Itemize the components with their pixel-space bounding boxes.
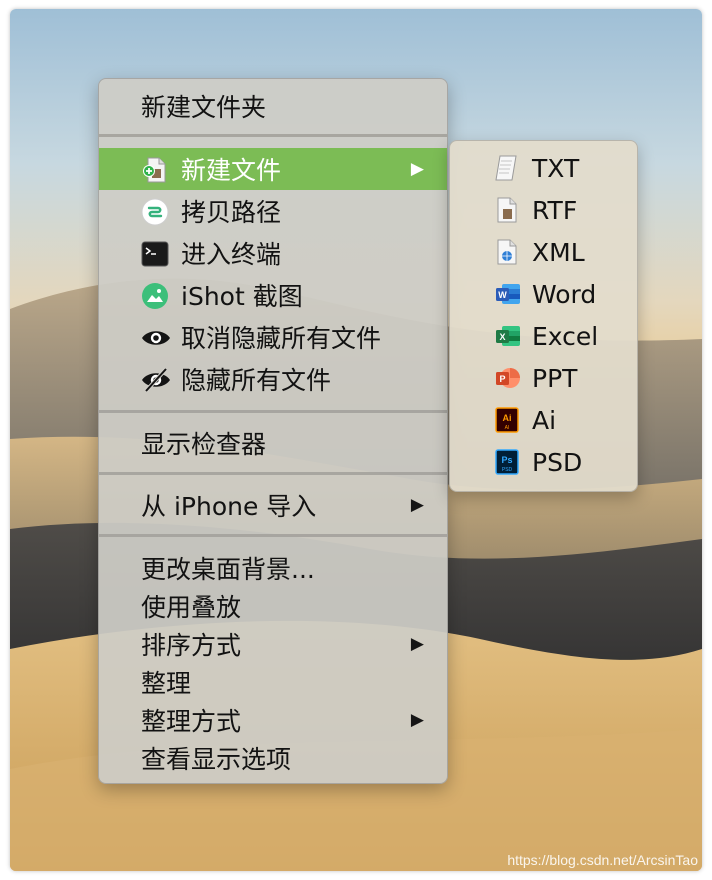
- svg-text:W: W: [498, 290, 507, 300]
- menu-item-unhide-all[interactable]: 取消隐藏所有文件: [99, 316, 447, 358]
- eye-icon: [141, 324, 170, 352]
- menu-item-clean-up-by[interactable]: 整理方式 ▶: [99, 699, 447, 741]
- menu-item-label: 显示检查器: [141, 430, 267, 459]
- menu-separator: [99, 134, 447, 137]
- menu-item-new-file[interactable]: 新建文件 ▶: [99, 148, 447, 190]
- word-icon: W: [494, 280, 520, 308]
- submenu-item-label: RTF: [532, 195, 578, 225]
- submenu-arrow-icon: ▶: [410, 159, 424, 179]
- menu-item-use-stacks[interactable]: 使用叠放: [99, 585, 447, 627]
- menu-item-label: 更改桌面背景...: [141, 555, 315, 584]
- ishot-icon: [141, 282, 169, 310]
- submenu-item-excel[interactable]: X Excel: [450, 315, 637, 357]
- menu-item-label: 新建文件: [181, 156, 282, 185]
- submenu-item-word[interactable]: W Word: [450, 273, 637, 315]
- menu-item-change-background[interactable]: 更改桌面背景...: [99, 547, 447, 589]
- submenu-arrow-icon: ▶: [410, 634, 424, 654]
- menu-item-hide-all[interactable]: 隐藏所有文件: [99, 358, 447, 400]
- submenu-item-ppt[interactable]: P PPT: [450, 357, 637, 399]
- rtf-file-icon: [494, 196, 520, 224]
- menu-item-clean-up[interactable]: 整理: [99, 661, 447, 703]
- new-file-submenu: TXT RTF XML W Word X Excel P PPT Ai AI A…: [449, 140, 638, 492]
- submenu-item-label: Word: [532, 279, 597, 309]
- menu-item-label: 隐藏所有文件: [181, 366, 332, 395]
- submenu-item-label: TXT: [532, 153, 580, 183]
- eye-slash-icon: [141, 366, 170, 394]
- menu-item-import-iphone[interactable]: 从 iPhone 导入 ▶: [99, 484, 447, 526]
- svg-text:AI: AI: [505, 425, 510, 431]
- path-copy-icon: [141, 198, 169, 226]
- excel-icon: X: [494, 322, 520, 350]
- menu-item-copy-path[interactable]: 拷贝路径: [99, 190, 447, 232]
- illustrator-icon: Ai AI: [494, 406, 520, 434]
- menu-item-label: 查看显示选项: [141, 745, 292, 774]
- svg-text:X: X: [499, 332, 505, 342]
- submenu-item-label: Ai: [532, 405, 557, 435]
- text-file-icon: [494, 154, 520, 182]
- menu-separator: [99, 534, 447, 537]
- menu-item-label: 取消隐藏所有文件: [181, 324, 382, 353]
- context-menu: 新建文件夹 新建文件 ▶ 拷贝路径 进入终端 iShot 截图 取消隐藏所有文件…: [98, 78, 448, 784]
- submenu-arrow-icon: ▶: [410, 495, 424, 515]
- submenu-item-psd[interactable]: Ps PSD PSD: [450, 441, 637, 483]
- menu-item-label: iShot 截图: [181, 282, 303, 311]
- document-plus-icon: [141, 156, 169, 184]
- svg-text:Ps: Ps: [501, 455, 512, 465]
- menu-item-sort-by[interactable]: 排序方式 ▶: [99, 623, 447, 665]
- svg-text:P: P: [499, 374, 505, 384]
- submenu-item-label: PSD: [532, 447, 583, 477]
- menu-item-view-options[interactable]: 查看显示选项: [99, 737, 447, 779]
- submenu-item-ai[interactable]: Ai AI Ai: [450, 399, 637, 441]
- submenu-item-label: Excel: [532, 321, 599, 351]
- menu-item-label: 进入终端: [181, 240, 282, 269]
- svg-text:Ai: Ai: [503, 413, 512, 423]
- menu-item-label: 从 iPhone 导入: [141, 492, 317, 521]
- submenu-item-txt[interactable]: TXT: [450, 147, 637, 189]
- submenu-arrow-icon: ▶: [410, 710, 424, 730]
- powerpoint-icon: P: [494, 364, 520, 392]
- menu-item-new-folder[interactable]: 新建文件夹: [99, 85, 447, 127]
- menu-item-label: 排序方式: [141, 631, 242, 660]
- terminal-icon: [141, 240, 169, 268]
- menu-item-label: 整理方式: [141, 707, 242, 736]
- watermark: https://blog.csdn.net/ArcsinTao: [507, 852, 698, 868]
- photoshop-icon: Ps PSD: [494, 448, 520, 476]
- submenu-item-rtf[interactable]: RTF: [450, 189, 637, 231]
- menu-item-inspector[interactable]: 显示检查器: [99, 422, 447, 464]
- menu-separator: [99, 410, 447, 413]
- submenu-item-label: XML: [532, 237, 585, 267]
- menu-item-label: 整理: [141, 669, 192, 698]
- svg-text:PSD: PSD: [502, 467, 513, 473]
- submenu-item-label: PPT: [532, 363, 578, 393]
- submenu-item-xml[interactable]: XML: [450, 231, 637, 273]
- menu-item-label: 新建文件夹: [141, 93, 267, 122]
- xml-file-icon: [494, 238, 520, 266]
- menu-item-label: 拷贝路径: [181, 198, 282, 227]
- menu-item-label: 使用叠放: [141, 593, 242, 622]
- menu-separator: [99, 472, 447, 475]
- menu-item-ishot[interactable]: iShot 截图: [99, 274, 447, 316]
- menu-item-open-terminal[interactable]: 进入终端: [99, 232, 447, 274]
